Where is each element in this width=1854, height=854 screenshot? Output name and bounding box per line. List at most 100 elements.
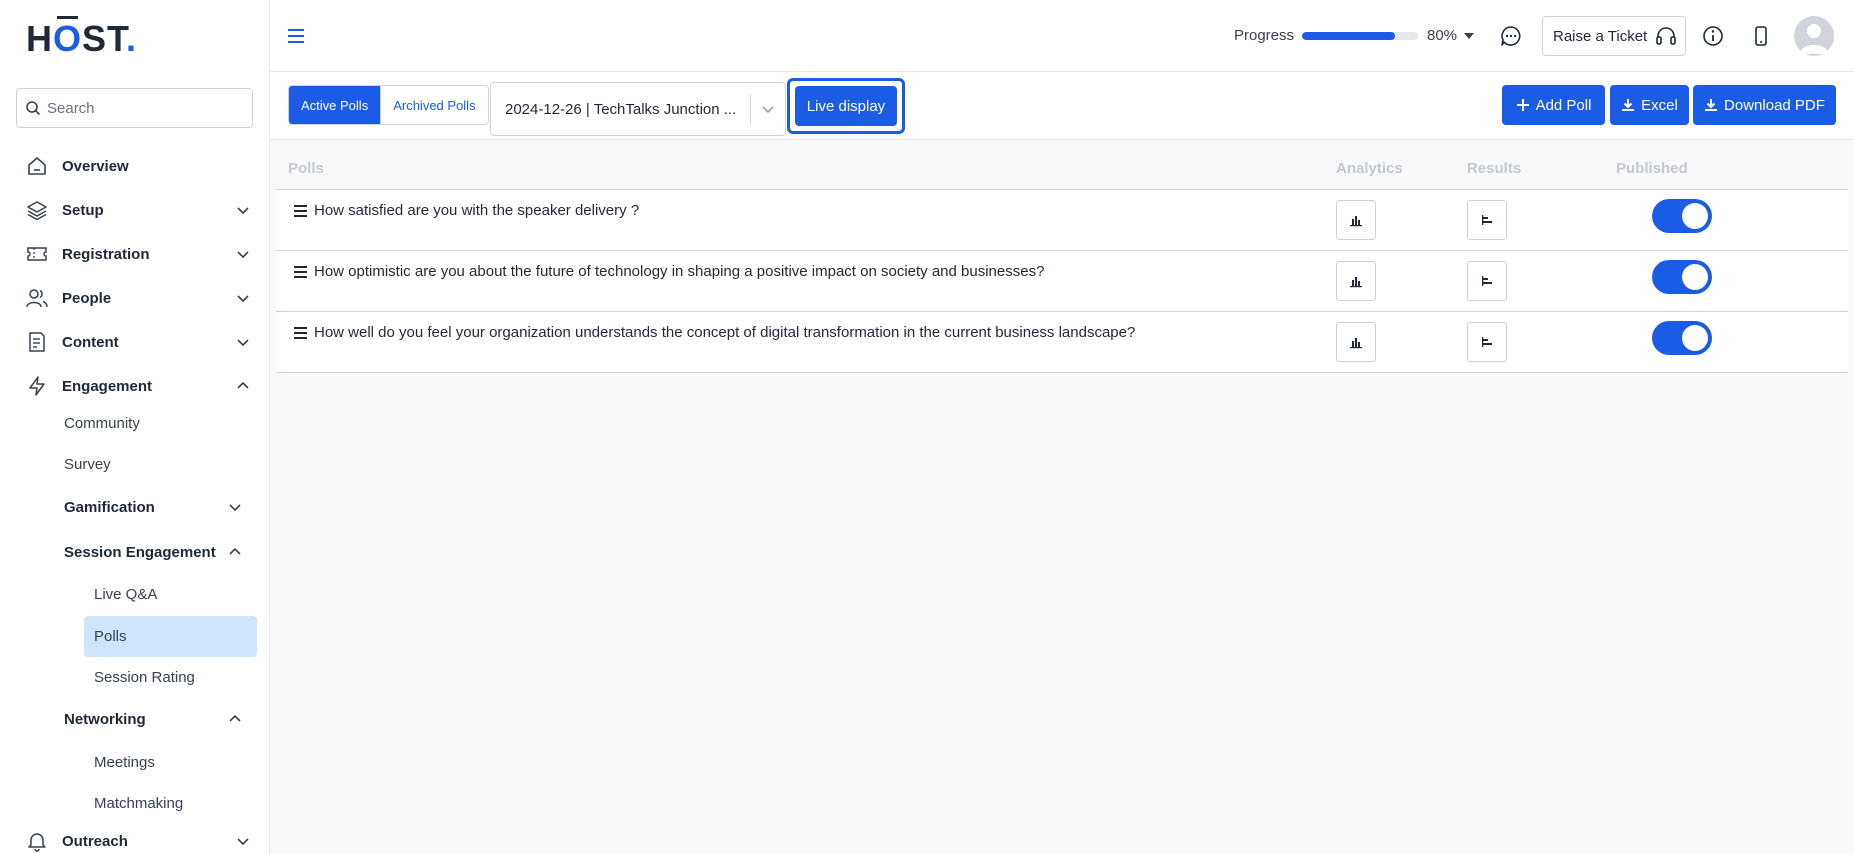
progress-bar <box>1302 32 1418 40</box>
published-toggle[interactable] <box>1652 260 1712 294</box>
tab-active-polls[interactable]: Active Polls <box>289 86 381 124</box>
sidebar-item-label: Registration <box>62 245 150 263</box>
sidebar-item-content[interactable]: Content <box>24 327 250 357</box>
chevron-down-icon <box>237 251 249 259</box>
info-icon[interactable] <box>1702 25 1724 47</box>
layers-icon <box>24 197 50 223</box>
sidebar-item-label: Engagement <box>62 377 153 395</box>
table-row: How well do you feel your organization u… <box>276 312 1848 373</box>
live-display-button[interactable]: Live display <box>795 86 897 126</box>
session-select-value: 2024-12-26 | TechTalks Junction ... <box>505 100 737 118</box>
download-pdf-label: Download PDF <box>1724 96 1825 114</box>
logo-letters-st: ST <box>82 18 127 59</box>
horizontal-bars-icon <box>1482 337 1492 347</box>
poll-question-text[interactable]: How satisfied are you with the speaker d… <box>314 202 639 219</box>
table-row: How optimistic are you about the future … <box>276 251 1848 312</box>
horizontal-bars-icon <box>1482 215 1492 225</box>
excel-label: Excel <box>1641 96 1678 114</box>
hamburger-menu-icon[interactable] <box>288 28 306 44</box>
polls-toolbar: Active Polls Archived Polls 2024-12-26 |… <box>270 72 1854 140</box>
sidebar-item-engagement[interactable]: Engagement <box>24 371 250 401</box>
user-avatar[interactable] <box>1794 16 1834 56</box>
analytics-button[interactable] <box>1336 200 1376 240</box>
raise-ticket-label: Raise a Ticket <box>1553 27 1648 45</box>
sidebar-item-polls[interactable]: Polls <box>94 628 127 645</box>
published-toggle[interactable] <box>1652 199 1712 233</box>
raise-ticket-button[interactable]: Raise a Ticket <box>1542 16 1686 56</box>
sidebar-item-live-qa[interactable]: Live Q&A <box>94 586 157 603</box>
sidebar-item-gamification[interactable]: Gamification <box>64 499 155 516</box>
tab-archived-polls[interactable]: Archived Polls <box>380 86 488 124</box>
sidebar-item-label: Content <box>62 333 119 351</box>
download-pdf-button[interactable]: Download PDF <box>1693 85 1836 125</box>
drag-handle-icon[interactable] <box>294 204 308 217</box>
chevron-down-icon <box>237 838 249 846</box>
poll-question: How optimistic are you about the future … <box>294 263 1044 280</box>
analytics-button[interactable] <box>1336 261 1376 301</box>
sidebar-item-session-engagement[interactable]: Session Engagement <box>64 544 216 561</box>
drag-handle-icon[interactable] <box>294 326 308 339</box>
ticket-icon <box>24 241 50 267</box>
bar-chart-icon <box>1350 216 1362 227</box>
search-box[interactable] <box>16 88 253 128</box>
download-icon <box>1622 99 1635 111</box>
mobile-phone-icon[interactable] <box>1750 25 1772 47</box>
sidebar-item-registration[interactable]: Registration <box>24 239 250 269</box>
home-icon <box>24 153 50 179</box>
sidebar-item-networking[interactable]: Networking <box>64 711 146 728</box>
analytics-button[interactable] <box>1336 322 1376 362</box>
chevron-down-icon <box>237 207 249 215</box>
live-display-focus-ring: Live display <box>787 78 905 134</box>
results-button[interactable] <box>1467 200 1507 240</box>
session-select[interactable]: 2024-12-26 | TechTalks Junction ... <box>490 82 786 136</box>
chevron-down-icon <box>237 295 249 303</box>
headset-icon <box>1656 27 1677 45</box>
sidebar-item-label: Overview <box>62 157 129 175</box>
column-header-published: Published <box>1616 160 1688 177</box>
chevron-up-icon <box>229 547 241 555</box>
sidebar-item-matchmaking[interactable]: Matchmaking <box>94 795 183 812</box>
chevron-up-icon <box>229 714 241 722</box>
horizontal-bars-icon <box>1482 276 1492 286</box>
search-input[interactable] <box>47 99 247 117</box>
chevron-down-icon[interactable] <box>751 102 785 116</box>
chevron-up-icon <box>237 381 249 389</box>
logo-letter-h: H <box>26 18 53 59</box>
poll-question-text[interactable]: How well do you feel your organization u… <box>314 324 1135 341</box>
logo-dot: . <box>126 18 138 59</box>
column-header-analytics: Analytics <box>1336 160 1403 177</box>
sidebar-item-session-rating[interactable]: Session Rating <box>94 669 195 686</box>
chat-bubble-icon[interactable] <box>1500 25 1522 47</box>
sidebar-item-community[interactable]: Community <box>64 415 140 432</box>
excel-export-button[interactable]: Excel <box>1610 85 1689 125</box>
column-header-polls: Polls <box>288 160 324 177</box>
poll-question: How well do you feel your organization u… <box>294 324 1135 341</box>
sidebar-item-people[interactable]: People <box>24 283 250 313</box>
progress-value: 80% <box>1427 27 1458 44</box>
progress-dropdown-caret-icon[interactable] <box>1464 33 1474 39</box>
sidebar-item-setup[interactable]: Setup <box>24 195 250 225</box>
add-poll-button[interactable]: Add Poll <box>1502 85 1605 125</box>
poll-question-text[interactable]: How optimistic are you about the future … <box>314 263 1044 280</box>
user-avatar-icon <box>1800 24 1828 54</box>
sidebar-item-outreach[interactable]: Outreach <box>24 826 250 854</box>
sidebar-item-label: Outreach <box>62 832 128 850</box>
plus-icon <box>1516 99 1529 111</box>
users-icon <box>24 285 50 311</box>
lightning-icon <box>24 373 50 399</box>
sidebar-item-meetings[interactable]: Meetings <box>94 754 155 771</box>
polls-filter-tabs: Active Polls Archived Polls <box>288 85 489 125</box>
results-button[interactable] <box>1467 261 1507 301</box>
sidebar-item-survey[interactable]: Survey <box>64 456 111 473</box>
drag-handle-icon[interactable] <box>294 265 308 278</box>
poll-question: How satisfied are you with the speaker d… <box>294 202 639 219</box>
table-row: How satisfied are you with the speaker d… <box>276 190 1848 251</box>
toggle-knob <box>1682 325 1708 351</box>
sidebar-item-overview[interactable]: Overview <box>24 151 250 181</box>
published-toggle[interactable] <box>1652 321 1712 355</box>
sidebar-item-label: People <box>62 289 112 307</box>
bar-chart-icon <box>1350 277 1362 288</box>
logo-letter-o: O <box>53 18 83 59</box>
results-button[interactable] <box>1467 322 1507 362</box>
host-logo[interactable]: HOST. <box>26 18 137 60</box>
